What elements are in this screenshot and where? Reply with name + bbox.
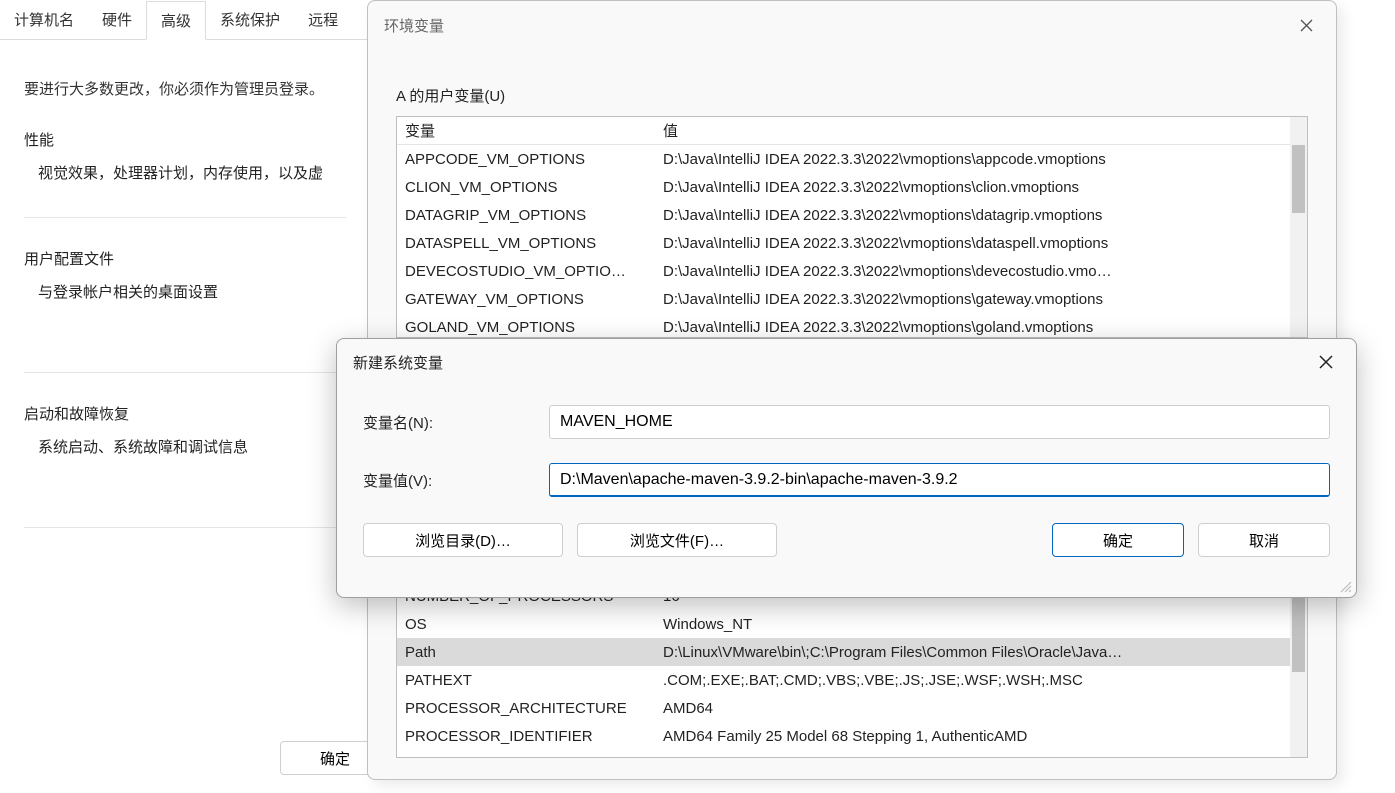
tab-hardware[interactable]: 硬件 (88, 1, 146, 38)
col-val-header[interactable]: 值 (663, 120, 1307, 141)
table-row[interactable]: DATASPELL_VM_OPTIONSD:\Java\IntelliJ IDE… (397, 229, 1307, 257)
env-title: 环境变量 (384, 15, 444, 36)
cell-var: CLION_VM_OPTIONS (405, 179, 663, 196)
env-titlebar: 环境变量 (368, 1, 1336, 49)
var-value-input[interactable] (549, 463, 1330, 497)
cell-var: DEVECOSTUDIO_VM_OPTIO… (405, 263, 663, 280)
divider (24, 372, 346, 373)
tab-system-protection[interactable]: 系统保护 (206, 1, 294, 38)
cell-var: PROCESSOR_IDENTIFIER (405, 728, 663, 745)
cell-val: AMD64 (663, 700, 1307, 717)
cell-var: Path (405, 644, 663, 661)
newvar-title: 新建系统变量 (353, 352, 443, 373)
perf-section-desc: 视觉效果，处理器计划，内存使用，以及虚 (38, 162, 346, 183)
ok-button[interactable]: 确定 (1052, 523, 1184, 557)
scrollbar[interactable] (1290, 117, 1307, 337)
var-name-label: 变量名(N): (363, 412, 549, 433)
browse-file-button[interactable]: 浏览文件(F)… (577, 523, 777, 557)
user-profiles-desc: 与登录帐户相关的桌面设置 (38, 281, 346, 302)
cell-val: AMD64 Family 25 Model 68 Stepping 1, Aut… (663, 728, 1307, 745)
user-vars-table[interactable]: 变量 值 APPCODE_VM_OPTIONSD:\Java\IntelliJ … (396, 116, 1308, 338)
scrollbar-thumb[interactable] (1292, 145, 1305, 213)
cell-var: GOLAND_VM_OPTIONS (405, 319, 663, 336)
col-var-header[interactable]: 变量 (405, 120, 663, 141)
var-name-input[interactable] (549, 405, 1330, 439)
perf-section-title: 性能 (24, 129, 346, 150)
new-system-variable-dialog: 新建系统变量 变量名(N): 变量值(V): 浏览目录(D)… 浏览文件(F)…… (336, 338, 1357, 598)
table-row[interactable]: PathD:\Linux\VMware\bin\;C:\Program File… (397, 638, 1307, 666)
table-row[interactable]: OSWindows_NT (397, 610, 1307, 638)
cell-val: .COM;.EXE;.BAT;.CMD;.VBS;.VBE;.JS;.JSE;.… (663, 672, 1307, 689)
close-icon[interactable] (1288, 9, 1324, 41)
cell-var: OS (405, 616, 663, 633)
table-row[interactable]: GOLAND_VM_OPTIONSD:\Java\IntelliJ IDEA 2… (397, 313, 1307, 338)
table-row[interactable]: GATEWAY_VM_OPTIONSD:\Java\IntelliJ IDEA … (397, 285, 1307, 313)
newvar-titlebar: 新建系统变量 (337, 339, 1356, 385)
divider (24, 217, 346, 218)
close-icon[interactable] (1308, 346, 1344, 378)
table-row[interactable]: PROCESSOR_ARCHITECTUREAMD64 (397, 694, 1307, 722)
cell-var: DATAGRIP_VM_OPTIONS (405, 207, 663, 224)
cell-val: D:\Java\IntelliJ IDEA 2022.3.3\2022\vmop… (663, 263, 1307, 280)
divider (24, 527, 346, 528)
cell-val: D:\Java\IntelliJ IDEA 2022.3.3\2022\vmop… (663, 207, 1307, 224)
cell-var: PATHEXT (405, 672, 663, 689)
table-header: 变量 值 (397, 117, 1307, 145)
scrollbar[interactable] (1290, 582, 1307, 757)
sysprops-body: 要进行大多数更改，你必须作为管理员登录。 性能 视觉效果，处理器计划，内存使用，… (0, 40, 370, 548)
newvar-body: 变量名(N): 变量值(V): 浏览目录(D)… 浏览文件(F)… 确定 取消 (337, 385, 1356, 575)
cell-val: D:\Java\IntelliJ IDEA 2022.3.3\2022\vmop… (663, 151, 1307, 168)
var-value-row: 变量值(V): (363, 463, 1330, 497)
tab-strip: 计算机名 硬件 高级 系统保护 远程 (0, 0, 370, 40)
resize-grip-icon[interactable] (1338, 579, 1352, 593)
var-name-row: 变量名(N): (363, 405, 1330, 439)
cell-val: Windows_NT (663, 616, 1307, 633)
user-profiles-title: 用户配置文件 (24, 248, 346, 269)
admin-note: 要进行大多数更改，你必须作为管理员登录。 (24, 78, 346, 99)
browse-dir-button[interactable]: 浏览目录(D)… (363, 523, 563, 557)
cell-var: APPCODE_VM_OPTIONS (405, 151, 663, 168)
cell-val: D:\Java\IntelliJ IDEA 2022.3.3\2022\vmop… (663, 179, 1307, 196)
button-row: 浏览目录(D)… 浏览文件(F)… 确定 取消 (363, 523, 1330, 557)
table-row[interactable]: APPCODE_VM_OPTIONSD:\Java\IntelliJ IDEA … (397, 145, 1307, 173)
cell-val: D:\Linux\VMware\bin\;C:\Program Files\Co… (663, 644, 1307, 661)
table-row[interactable]: PATHEXT.COM;.EXE;.BAT;.CMD;.VBS;.VBE;.JS… (397, 666, 1307, 694)
system-vars-table[interactable]: NUMBER_OF_PROCESSORS16OSWindows_NTPathD:… (396, 582, 1308, 758)
tab-advanced[interactable]: 高级 (146, 1, 206, 40)
cell-val: D:\Java\IntelliJ IDEA 2022.3.3\2022\vmop… (663, 235, 1307, 252)
cell-val: D:\Java\IntelliJ IDEA 2022.3.3\2022\vmop… (663, 291, 1307, 308)
tab-computer-name[interactable]: 计算机名 (0, 1, 88, 38)
table-row[interactable]: PROCESSOR_IDENTIFIERAMD64 Family 25 Mode… (397, 722, 1307, 750)
cancel-button[interactable]: 取消 (1198, 523, 1330, 557)
table-row[interactable]: DEVECOSTUDIO_VM_OPTIO…D:\Java\IntelliJ I… (397, 257, 1307, 285)
user-vars-label: A 的用户变量(U) (396, 85, 1308, 106)
tab-remote[interactable]: 远程 (294, 1, 352, 38)
system-properties-dialog: 计算机名 硬件 高级 系统保护 远程 要进行大多数更改，你必须作为管理员登录。 … (0, 0, 370, 793)
cell-var: PROCESSOR_ARCHITECTURE (405, 700, 663, 717)
cell-var: GATEWAY_VM_OPTIONS (405, 291, 663, 308)
cell-val: D:\Java\IntelliJ IDEA 2022.3.3\2022\vmop… (663, 319, 1307, 336)
table-row[interactable]: DATAGRIP_VM_OPTIONSD:\Java\IntelliJ IDEA… (397, 201, 1307, 229)
var-value-label: 变量值(V): (363, 470, 549, 491)
startup-title: 启动和故障恢复 (24, 403, 346, 424)
cell-var: DATASPELL_VM_OPTIONS (405, 235, 663, 252)
table-row[interactable]: CLION_VM_OPTIONSD:\Java\IntelliJ IDEA 20… (397, 173, 1307, 201)
startup-desc: 系统启动、系统故障和调试信息 (38, 436, 346, 457)
